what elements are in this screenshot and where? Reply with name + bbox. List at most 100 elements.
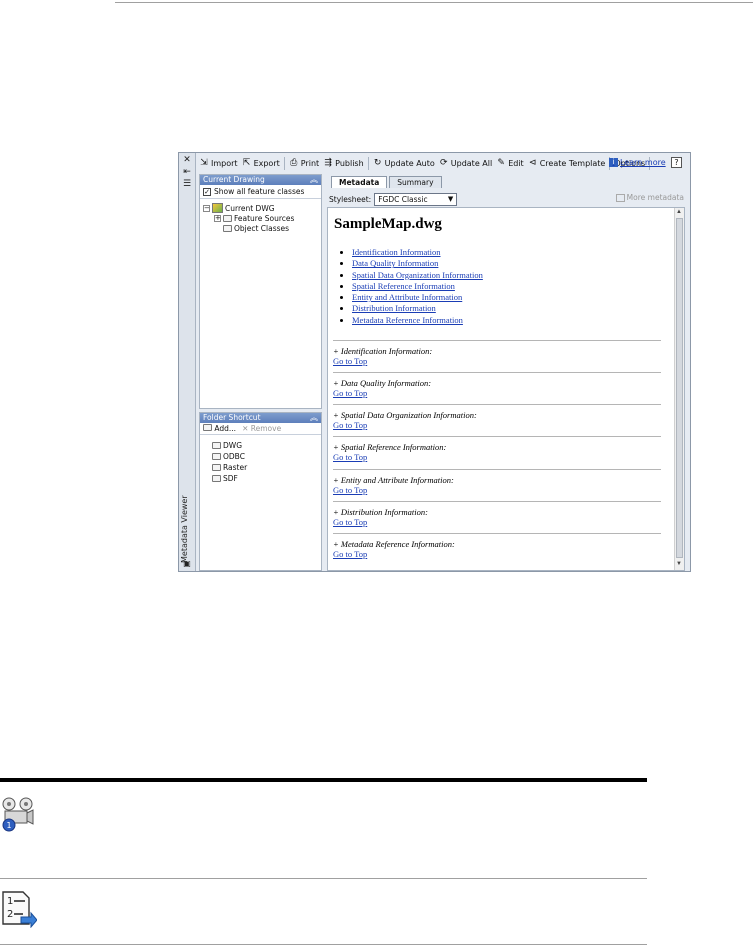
export-icon: ⇱ <box>242 158 251 168</box>
section-heading[interactable]: + Data Quality Information: <box>333 378 661 388</box>
tutorial-video-icon: 1 <box>2 797 34 832</box>
tab-bar: Metadata Summary <box>331 176 442 188</box>
section-divider <box>0 878 647 879</box>
edit-button[interactable]: ✎ Edit <box>496 158 523 168</box>
collapse-tree-icon[interactable]: − <box>203 204 210 212</box>
auto-hide-icon[interactable]: ⇤ <box>182 167 192 177</box>
folder-shortcut-tools: Add... ✕ Remove <box>200 423 321 435</box>
list-item: Spatial Data Organization Information <box>352 270 483 281</box>
printer-icon: ⎙ <box>290 158 298 168</box>
expand-tree-icon[interactable]: + <box>214 215 221 222</box>
properties-menu-icon[interactable]: ☰ <box>182 179 192 189</box>
scroll-down-icon[interactable]: ▼ <box>676 561 682 567</box>
tree-node-current-dwg[interactable]: − Current DWG <box>203 203 275 213</box>
info-icon: i <box>609 158 618 167</box>
go-to-top-link[interactable]: Go to Top <box>333 549 661 559</box>
publish-button[interactable]: ⇶ Publish <box>323 158 363 168</box>
go-to-top-link[interactable]: Go to Top <box>333 485 661 495</box>
section-entity-attribute: + Entity and Attribute Information: Go t… <box>333 469 661 495</box>
section-heading[interactable]: + Identification Information: <box>333 346 661 356</box>
section-distribution: + Distribution Information: Go to Top <box>333 501 661 527</box>
toc-link[interactable]: Entity and Attribute Information <box>352 292 462 302</box>
toc-link[interactable]: Data Quality Information <box>352 258 438 268</box>
section-heading[interactable]: + Spatial Data Organization Information: <box>333 410 661 420</box>
go-to-top-link[interactable]: Go to Top <box>333 517 661 527</box>
metadata-viewer-window: ✕ ⇤ ☰ Metadata Viewer ▣ ⇲ Import ⇱ Export … <box>178 152 691 572</box>
list-item: Spatial Reference Information <box>352 281 483 292</box>
tree-node-object-classes[interactable]: Object Classes <box>223 224 289 233</box>
toc-link[interactable]: Spatial Data Organization Information <box>352 270 483 280</box>
import-icon: ⇲ <box>200 158 208 168</box>
section-heading[interactable]: + Spatial Reference Information: <box>333 442 661 452</box>
export-button[interactable]: ⇱ Export <box>242 158 280 168</box>
section-data-quality: + Data Quality Information: Go to Top <box>333 372 661 398</box>
scroll-up-icon[interactable]: ▲ <box>676 209 682 215</box>
metadata-main-panel: Metadata Summary Stylesheet: FGDC Classi… <box>325 175 688 571</box>
collapse-icon[interactable]: ︽ <box>310 413 318 423</box>
edit-icon: ✎ <box>497 158 505 168</box>
collapse-icon[interactable]: ︽ <box>310 175 318 185</box>
top-rule <box>115 2 753 3</box>
go-to-top-link[interactable]: Go to Top <box>333 420 661 430</box>
folder-icon <box>223 215 232 222</box>
shortcut-item-dwg[interactable]: DWG <box>212 441 242 450</box>
shortcut-item-odbc[interactable]: ODBC <box>212 452 245 461</box>
palette-app-icon: ▣ <box>183 559 191 568</box>
update-auto-button[interactable]: ↻ Update Auto <box>373 158 435 168</box>
shortcut-item-raster[interactable]: Raster <box>212 463 247 472</box>
tab-summary[interactable]: Summary <box>389 176 442 188</box>
svg-text:2: 2 <box>7 909 13 920</box>
folder-shortcut-panel: Folder Shortcut ︽ Add... ✕ Remove DWG ODB… <box>199 412 322 571</box>
section-heading[interactable]: + Metadata Reference Information: <box>333 539 661 549</box>
close-icon[interactable]: ✕ <box>182 155 192 165</box>
section-identification: + Identification Information: Go to Top <box>333 340 661 366</box>
show-all-feature-classes-row[interactable]: ✓ Show all feature classes <box>200 185 321 199</box>
stylesheet-select[interactable]: FGDC Classic ▼ <box>374 192 458 206</box>
learn-more-link[interactable]: i Learn more <box>609 158 666 167</box>
add-folder-icon <box>203 424 212 431</box>
update-all-icon: ⟳ <box>439 158 448 168</box>
add-shortcut-button[interactable]: Add... <box>203 424 236 433</box>
go-to-top-link[interactable]: Go to Top <box>333 452 661 462</box>
section-divider <box>0 944 647 945</box>
remove-shortcut-button[interactable]: ✕ Remove <box>242 424 281 433</box>
create-template-button[interactable]: ⊲ Create Template <box>528 158 605 168</box>
document-title: SampleMap.dwg <box>334 216 442 232</box>
scroll-thumb[interactable] <box>676 218 683 558</box>
list-item: Identification Information <box>352 247 483 258</box>
vertical-scrollbar[interactable]: ▲ ▼ <box>674 208 684 570</box>
more-metadata-button[interactable]: More metadata <box>615 193 684 202</box>
chevron-down-icon: ▼ <box>447 194 454 203</box>
tab-metadata[interactable]: Metadata <box>331 176 388 188</box>
help-button[interactable]: ? <box>671 157 682 168</box>
toc-link[interactable]: Identification Information <box>352 247 441 257</box>
dwg-drawing-icon <box>212 203 223 213</box>
current-drawing-header[interactable]: Current Drawing ︽ <box>200 175 321 185</box>
svg-text:1: 1 <box>7 896 13 907</box>
folder-shortcut-header[interactable]: Folder Shortcut ︽ <box>200 413 321 423</box>
toc-link[interactable]: Metadata Reference Information <box>352 315 463 325</box>
folder-icon <box>212 464 221 471</box>
update-all-button[interactable]: ⟳ Update All <box>439 158 492 168</box>
section-heading[interactable]: + Distribution Information: <box>333 507 661 517</box>
list-item: Entity and Attribute Information <box>352 292 483 303</box>
stylesheet-label: Stylesheet: <box>329 194 372 204</box>
go-to-top-link[interactable]: Go to Top <box>333 356 661 366</box>
toc-link[interactable]: Spatial Reference Information <box>352 281 455 291</box>
print-button[interactable]: ⎙ Print <box>289 158 319 168</box>
publish-icon: ⇶ <box>324 158 332 168</box>
list-item: Data Quality Information <box>352 258 483 269</box>
tree-node-feature-sources[interactable]: + Feature Sources <box>214 214 294 223</box>
more-metadata-icon <box>615 193 625 202</box>
svg-text:1: 1 <box>6 821 11 830</box>
shortcut-item-sdf[interactable]: SDF <box>212 474 238 483</box>
palette-title: Metadata Viewer <box>180 495 189 563</box>
toc-link[interactable]: Distribution Information <box>352 303 436 313</box>
list-item: Metadata Reference Information <box>352 315 483 326</box>
numbered-steps-icon: 1 2 <box>2 891 37 928</box>
import-button[interactable]: ⇲ Import <box>199 158 237 168</box>
section-spatial-data-organization: + Spatial Data Organization Information:… <box>333 404 661 430</box>
go-to-top-link[interactable]: Go to Top <box>333 388 661 398</box>
show-all-checkbox[interactable]: ✓ <box>203 187 211 196</box>
section-heading[interactable]: + Entity and Attribute Information: <box>333 475 661 485</box>
